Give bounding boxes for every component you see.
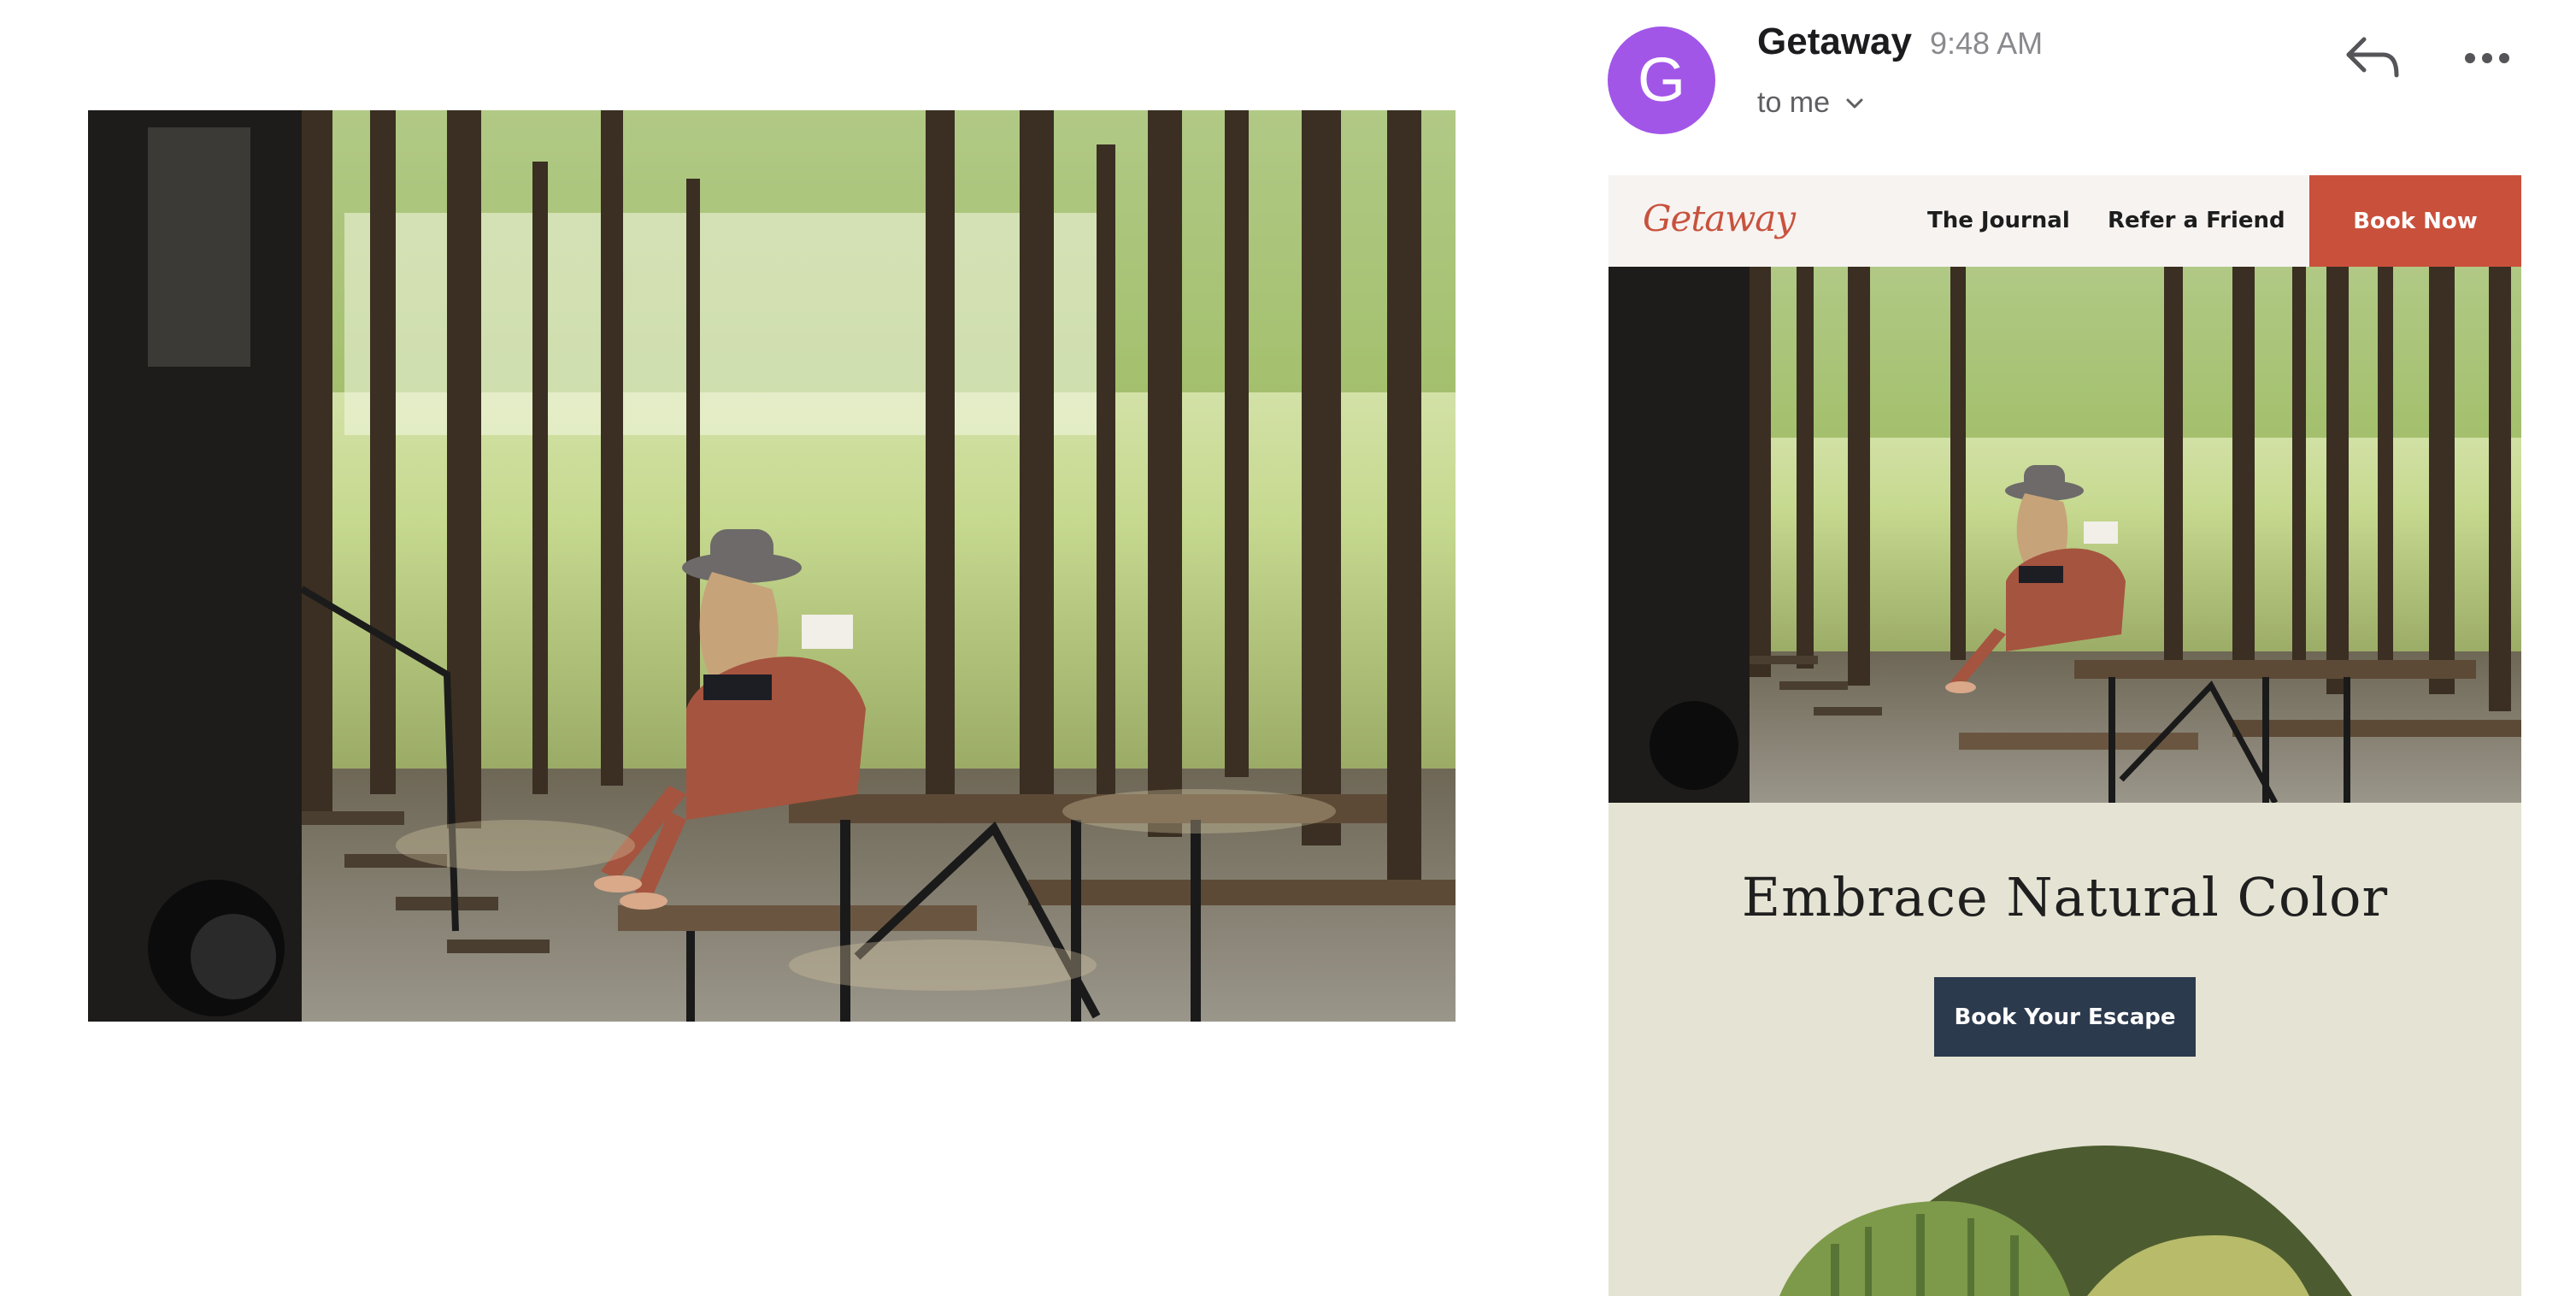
reply-icon <box>2346 37 2399 78</box>
decorative-arch-shapes <box>1779 1146 2352 1296</box>
avatar-initial: G <box>1637 46 1685 115</box>
brand-logo[interactable]: Getaway <box>1643 197 1796 239</box>
book-now-button[interactable]: Book Now <box>2309 175 2521 267</box>
book-your-escape-button[interactable]: Book Your Escape <box>1934 977 2196 1057</box>
sender-avatar[interactable]: G <box>1608 27 1715 134</box>
more-icon <box>2465 53 2509 63</box>
sender-name[interactable]: Getaway <box>1757 21 1912 63</box>
forest-scene-image <box>88 110 1456 1022</box>
newsletter-headline: Embrace Natural Color <box>1741 866 2389 928</box>
recipient-label: to me <box>1757 86 1831 119</box>
chevron-down-icon <box>1846 98 1863 108</box>
hero-forest-image <box>1609 267 2521 803</box>
nav-link-journal[interactable]: The Journal <box>1927 208 2070 233</box>
newsletter-nav: Getaway The Journal Refer a Friend Book … <box>1609 175 2521 267</box>
recipient-toggle[interactable]: to me <box>1757 86 1867 120</box>
hero-image[interactable] <box>1609 267 2521 803</box>
email-timestamp: 9:48 AM <box>1930 26 2044 61</box>
nav-link-refer[interactable]: Refer a Friend <box>2108 208 2285 233</box>
email-body: Getaway The Journal Refer a Friend Book … <box>1609 175 2521 1296</box>
reply-button[interactable] <box>2342 31 2403 85</box>
attached-photo[interactable] <box>88 110 1456 1022</box>
email-screen: G Getaway 9:48 AM to me Getaway The Jour… <box>0 0 2576 1296</box>
more-options-button[interactable] <box>2461 41 2513 75</box>
